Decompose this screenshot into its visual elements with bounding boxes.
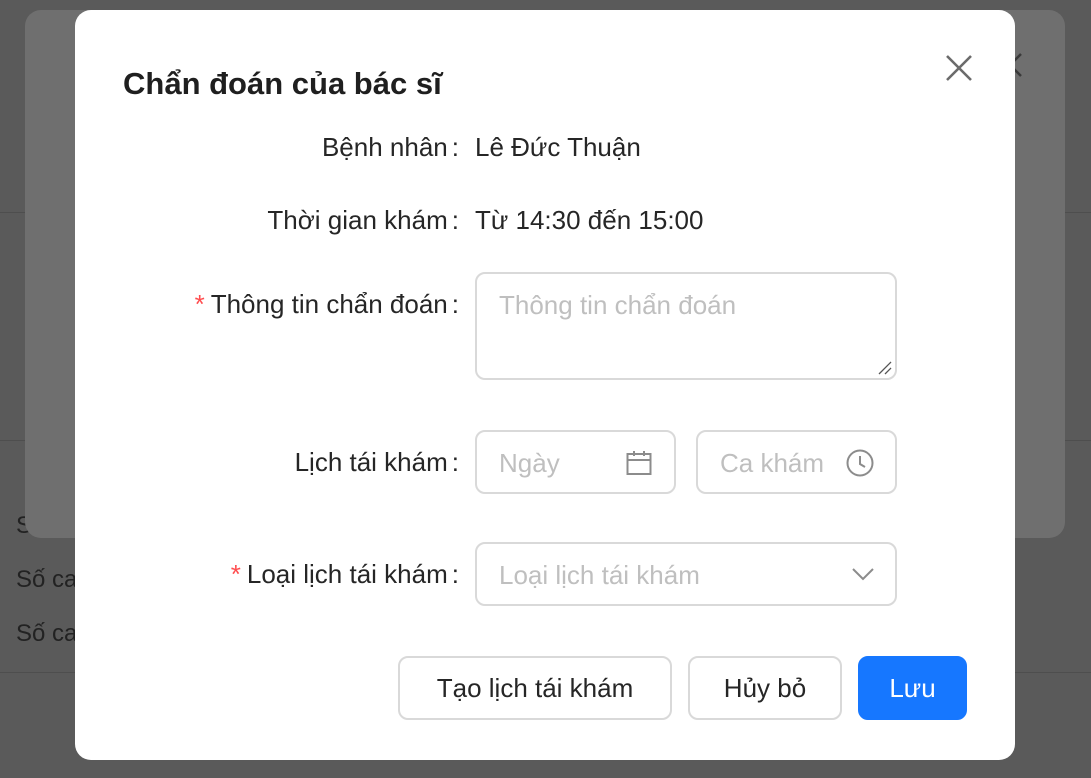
- create-followup-button[interactable]: Tạo lịch tái khám: [398, 656, 672, 720]
- shift-placeholder: Ca khám: [720, 448, 825, 478]
- background-row-label: Số ca: [16, 620, 78, 647]
- diagnosis-textarea[interactable]: Thông tin chẩn đoán: [475, 272, 897, 380]
- diagnosis-label-text: Thông tin chẩn đoán: [210, 289, 448, 319]
- exam-time-label-text: Thời gian khám: [267, 205, 448, 235]
- required-mark: *: [194, 289, 205, 319]
- followup-type-label: * Loại lịch tái khám:: [231, 559, 459, 590]
- diagnosis-label: * Thông tin chẩn đoán:: [195, 289, 459, 320]
- save-button[interactable]: Lưu: [858, 656, 967, 720]
- colon: :: [451, 132, 459, 162]
- clock-icon: [846, 449, 874, 477]
- followup-type-select[interactable]: Loại lịch tái khám: [475, 542, 897, 606]
- colon: :: [451, 447, 459, 477]
- patient-label: Bệnh nhân:: [322, 132, 459, 163]
- colon: :: [451, 205, 459, 235]
- chevron-down-icon: [852, 568, 874, 581]
- colon: :: [451, 289, 459, 319]
- colon: :: [451, 559, 459, 589]
- calendar-icon: [626, 451, 652, 475]
- required-mark: *: [230, 559, 241, 589]
- background-row-label: Số ca: [16, 566, 78, 593]
- exam-time-label: Thời gian khám:: [267, 205, 459, 236]
- patient-value: Lê Đức Thuận: [475, 132, 641, 162]
- cancel-button[interactable]: Hủy bỏ: [688, 656, 842, 720]
- followup-date-picker[interactable]: Ngày: [475, 430, 676, 494]
- followup-type-label-text: Loại lịch tái khám: [246, 559, 448, 589]
- diagnosis-modal: Chẩn đoán của bác sĩ Bệnh nhân: Lê Đức T…: [75, 10, 1015, 760]
- patient-label-text: Bệnh nhân: [321, 132, 448, 162]
- exam-time-value: Từ 14:30 đến 15:00: [475, 205, 704, 235]
- modal-title: Chẩn đoán của bác sĩ: [123, 66, 442, 101]
- diagnosis-placeholder: Thông tin chẩn đoán: [499, 290, 737, 320]
- followup-type-placeholder: Loại lịch tái khám: [499, 560, 700, 590]
- date-placeholder: Ngày: [499, 448, 560, 478]
- followup-schedule-label: Lịch tái khám:: [295, 447, 459, 478]
- close-icon[interactable]: [941, 50, 977, 86]
- resize-grip-icon[interactable]: [876, 359, 892, 375]
- followup-schedule-label-text: Lịch tái khám: [294, 447, 448, 477]
- followup-shift-picker[interactable]: Ca khám: [696, 430, 897, 494]
